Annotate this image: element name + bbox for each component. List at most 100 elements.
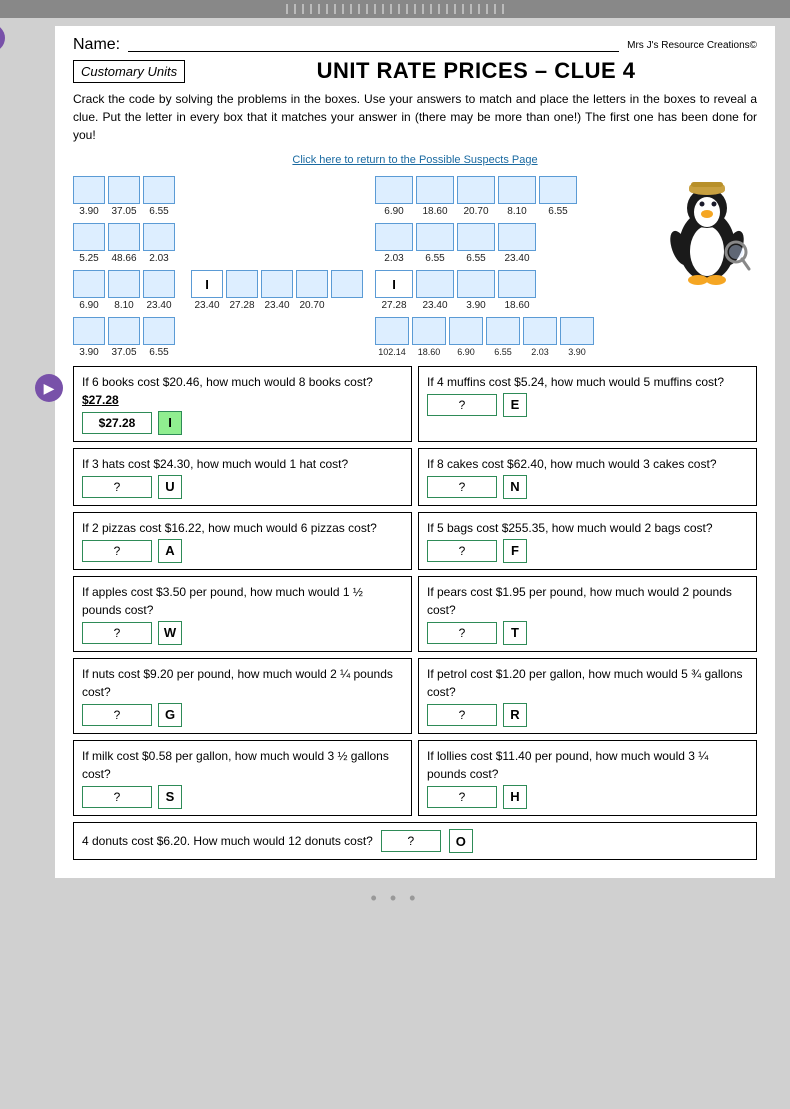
num-label: 27.28 bbox=[375, 300, 413, 311]
code-cell bbox=[331, 270, 363, 298]
num-label: 6.90 bbox=[375, 206, 413, 217]
num-label: 2.03 bbox=[143, 253, 175, 264]
code-cell bbox=[560, 317, 594, 345]
code-cell bbox=[73, 270, 105, 298]
code-row-3-right: I 27.28 23.40 3.90 18.60 bbox=[375, 270, 645, 311]
problem-text-9: If nuts cost $9.20 per pound, how much w… bbox=[82, 665, 403, 701]
answer-box-1[interactable]: $27.28 bbox=[82, 412, 152, 434]
code-cell bbox=[539, 176, 577, 204]
answer-box-2[interactable]: ? bbox=[427, 394, 497, 416]
problem-card-7: If apples cost $3.50 per pound, how much… bbox=[73, 576, 412, 652]
suspects-link[interactable]: Click here to return to the Possible Sus… bbox=[292, 154, 537, 166]
code-row-1-right: 6.90 18.60 20.70 8.10 6.55 bbox=[375, 176, 645, 217]
num-label: 8.10 bbox=[108, 300, 140, 311]
code-cell bbox=[449, 317, 483, 345]
answer-box-3[interactable]: ? bbox=[82, 476, 152, 498]
speaker-icon-2: ▶ bbox=[44, 380, 55, 397]
answer-box-4[interactable]: ? bbox=[427, 476, 497, 498]
letter-box-3: U bbox=[158, 475, 182, 499]
header-row: Customary Units UNIT RATE PRICES – CLUE … bbox=[73, 58, 757, 84]
problem-card-6: If 5 bags cost $255.35, how much would 2… bbox=[418, 512, 757, 570]
code-cell bbox=[226, 270, 258, 298]
letter-box-5: A bbox=[158, 539, 182, 563]
bottom-answer-box[interactable]: ? bbox=[381, 830, 441, 852]
speaker-button-problems[interactable]: ▶ bbox=[35, 374, 63, 402]
code-cell bbox=[108, 317, 140, 345]
num-label: 27.28 bbox=[226, 300, 258, 311]
code-cell bbox=[457, 270, 495, 298]
answer-box-12[interactable]: ? bbox=[427, 786, 497, 808]
problem-card-2: If 4 muffins cost $5.24, how much would … bbox=[418, 366, 757, 442]
problem-text-1: If 6 books cost $20.46, how much would 8… bbox=[82, 373, 403, 409]
code-row-3-left: I 6.90 8.10 23.40 23.40 27.28 23.40 bbox=[73, 270, 363, 311]
speaker-button-top[interactable]: ▶ bbox=[0, 24, 5, 52]
num-label: 102.14 bbox=[375, 347, 409, 357]
problems-grid: If 6 books cost $20.46, how much would 8… bbox=[73, 366, 757, 816]
num-label: 23.40 bbox=[498, 253, 536, 264]
code-cell bbox=[261, 270, 293, 298]
code-cell bbox=[498, 176, 536, 204]
num-label: 6.55 bbox=[539, 206, 577, 217]
bottom-problem-card: 4 donuts cost $6.20. How much would 12 d… bbox=[73, 822, 757, 860]
problem-text-11: If milk cost $0.58 per gallon, how much … bbox=[82, 747, 403, 783]
num-label: 23.40 bbox=[143, 300, 175, 311]
problem-card-9: If nuts cost $9.20 per pound, how much w… bbox=[73, 658, 412, 734]
num-label: 6.55 bbox=[143, 347, 175, 358]
code-cell bbox=[412, 317, 446, 345]
num-label: 37.05 bbox=[108, 347, 140, 358]
problem-text-2: If 4 muffins cost $5.24, how much would … bbox=[427, 373, 748, 391]
problem-text-10: If petrol cost $1.20 per gallon, how muc… bbox=[427, 665, 748, 701]
code-cell bbox=[498, 223, 536, 251]
problem-card-11: If milk cost $0.58 per gallon, how much … bbox=[73, 740, 412, 816]
letter-box-12: H bbox=[503, 785, 527, 809]
answer-box-5[interactable]: ? bbox=[82, 540, 152, 562]
code-row-2-right: 2.03 6.55 6.55 23.40 bbox=[375, 223, 645, 264]
navigation-dots: • • • bbox=[0, 888, 790, 909]
code-cell bbox=[416, 176, 454, 204]
num-label: 5.25 bbox=[73, 253, 105, 264]
penguin-image bbox=[657, 176, 757, 286]
link-row[interactable]: Click here to return to the Possible Sus… bbox=[73, 150, 757, 168]
num-label: 23.40 bbox=[191, 300, 223, 311]
code-row-1-left: 3.90 37.05 6.55 bbox=[73, 176, 363, 217]
letter-box-2: E bbox=[503, 393, 527, 417]
answer-box-11[interactable]: ? bbox=[82, 786, 152, 808]
letter-box-11: S bbox=[158, 785, 182, 809]
num-label: 6.55 bbox=[143, 206, 175, 217]
code-cell bbox=[143, 176, 175, 204]
num-label: 6.90 bbox=[449, 347, 483, 357]
num-label: 3.90 bbox=[73, 206, 105, 217]
answer-box-10[interactable]: ? bbox=[427, 704, 497, 726]
num-label: 6.55 bbox=[486, 347, 520, 357]
num-label: 20.70 bbox=[457, 206, 495, 217]
problem-text-6: If 5 bags cost $255.35, how much would 2… bbox=[427, 519, 748, 537]
answer-box-6[interactable]: ? bbox=[427, 540, 497, 562]
letter-box-1: I bbox=[158, 411, 182, 435]
num-label: 23.40 bbox=[416, 300, 454, 311]
code-row-4-right: 102.14 18.60 6.90 6.55 2.03 3.90 bbox=[375, 317, 645, 357]
code-cell bbox=[375, 176, 413, 204]
code-cell bbox=[486, 317, 520, 345]
code-cell bbox=[108, 223, 140, 251]
problem-text-5: If 2 pizzas cost $16.22, how much would … bbox=[82, 519, 403, 537]
bottom-letter-box: O bbox=[449, 829, 473, 853]
code-cell bbox=[73, 223, 105, 251]
num-label: 18.60 bbox=[416, 206, 454, 217]
bottom-area bbox=[0, 909, 790, 1109]
code-cell bbox=[457, 176, 495, 204]
num-label: 2.03 bbox=[523, 347, 557, 357]
code-cell bbox=[498, 270, 536, 298]
letter-box-9: G bbox=[158, 703, 182, 727]
num-label: 3.90 bbox=[560, 347, 594, 357]
name-label: Name: bbox=[73, 36, 120, 54]
answer-box-8[interactable]: ? bbox=[427, 622, 497, 644]
letter-box-7: W bbox=[158, 621, 182, 645]
num-label: 18.60 bbox=[412, 347, 446, 357]
letter-box-6: F bbox=[503, 539, 527, 563]
answer-box-7[interactable]: ? bbox=[82, 622, 152, 644]
code-cell bbox=[108, 176, 140, 204]
answer-box-9[interactable]: ? bbox=[82, 704, 152, 726]
name-row: Name: Mrs J's Resource Creations© bbox=[73, 36, 757, 54]
code-cell bbox=[108, 270, 140, 298]
num-label: 3.90 bbox=[73, 347, 105, 358]
